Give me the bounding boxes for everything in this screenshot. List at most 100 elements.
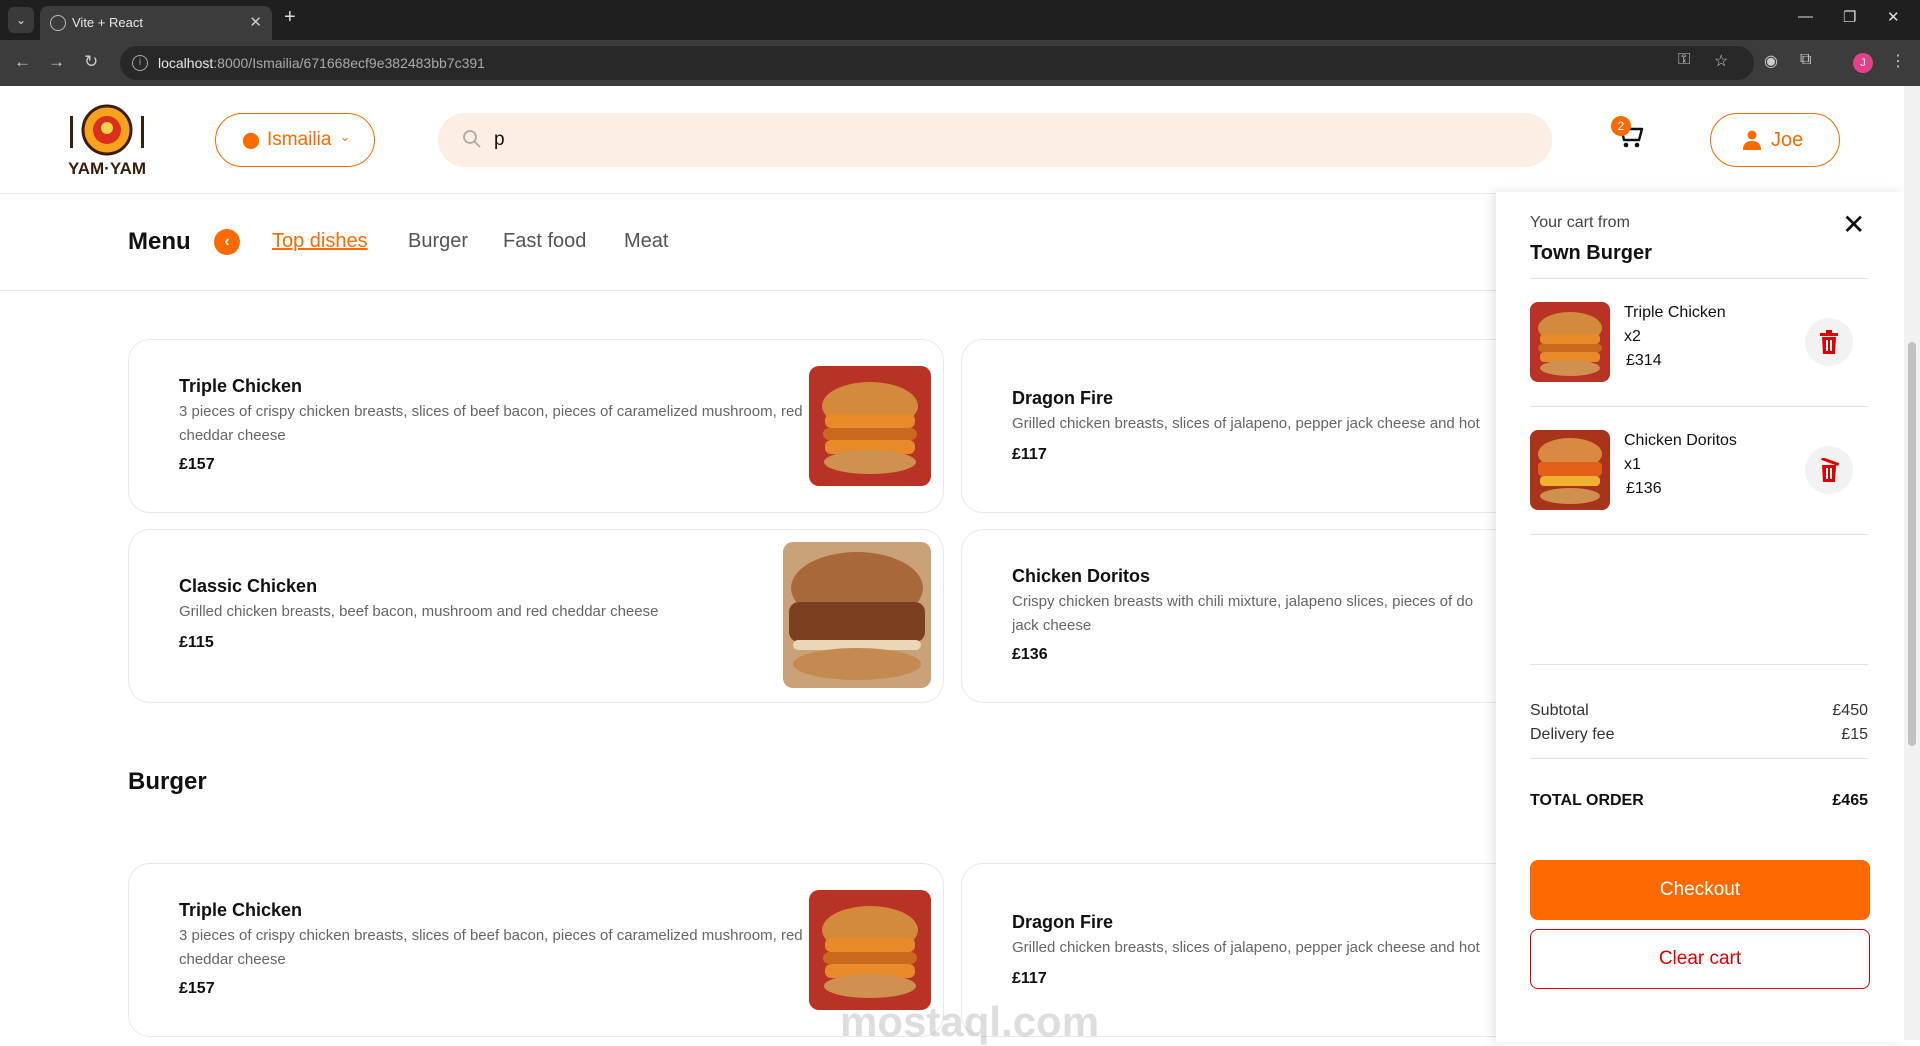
tab-meat[interactable]: Meat [624, 230, 668, 253]
search-input[interactable]: p [494, 129, 505, 151]
browser-toolbar: ← → ↻ i localhost:8000/Ismailia/671668ec… [0, 40, 1920, 86]
delivery-fee-value: £15 [1841, 726, 1868, 743]
cart-restaurant-name: Town Burger [1530, 242, 1652, 264]
total-order-value: £465 [1832, 792, 1868, 809]
cart-from-label: Your cart from [1530, 214, 1630, 231]
user-icon [1743, 130, 1761, 150]
forward-button[interactable]: → [48, 52, 65, 72]
cart-item-image [1530, 302, 1610, 382]
user-name: Joe [1771, 129, 1804, 151]
restore-button[interactable]: ❐ [1843, 8, 1856, 26]
trash-icon [1821, 458, 1839, 482]
bookmark-star-icon[interactable]: ☆ [1714, 51, 1728, 71]
location-pin-icon: ⬤ [242, 132, 260, 149]
browser-menu-icon[interactable]: ⋮ [1890, 51, 1906, 71]
cart-count-badge: 2 [1611, 116, 1631, 136]
dish-description: 3 pieces of crispy chicken breasts, slic… [179, 403, 803, 444]
dish-card[interactable]: Triple Chicken 3 pieces of crispy chicke… [128, 339, 944, 513]
dish-name: Dragon Fire [1012, 388, 1114, 408]
watermark: mostaql.com [840, 998, 1100, 1045]
checkout-button[interactable]: Checkout [1530, 860, 1870, 920]
search-bar[interactable]: p [438, 113, 1552, 167]
location-selector[interactable]: ⬤ Ismailia ⌄ [215, 113, 375, 167]
dish-price: £157 [179, 980, 215, 997]
dish-image [809, 366, 931, 486]
profile-avatar[interactable]: J [1853, 53, 1873, 73]
menu-title: Menu [128, 228, 191, 255]
site-info-icon[interactable]: i [132, 55, 148, 71]
dish-card[interactable]: Chicken Doritos Crispy chicken breasts w… [961, 529, 1521, 703]
chevron-down-icon: ⌄ [340, 130, 351, 144]
dish-price: £117 [1012, 970, 1047, 987]
tab-title: Vite + React [72, 15, 143, 30]
cart-item-qty: x1 [1624, 456, 1641, 473]
dish-price: £117 [1012, 446, 1047, 463]
url-path: :8000/Ismailia/671668ecf9e382483bb7c391 [213, 55, 485, 71]
user-account-button[interactable]: Joe [1710, 113, 1840, 167]
dish-description: Grilled chicken breasts, beef bacon, mus… [179, 603, 659, 620]
menu-scroll-left-button[interactable]: ‹ [214, 229, 240, 255]
tab-fast-food[interactable]: Fast food [503, 230, 586, 253]
subtotal-value: £450 [1832, 702, 1868, 719]
dish-name: Triple Chicken [179, 900, 303, 920]
dish-description: 3 pieces of crispy chicken breasts, slic… [179, 927, 803, 968]
cart-divider [1530, 406, 1868, 407]
dish-description: Grilled chicken breasts, slices of jalap… [1012, 415, 1480, 432]
dish-description: Grilled chicken breasts, slices of jalap… [1012, 939, 1480, 956]
dish-price: £136 [1012, 646, 1048, 663]
dish-name: Classic Chicken [179, 576, 318, 596]
yamyam-logo[interactable]: YAM·YAM [62, 102, 152, 182]
total-order-label: TOTAL ORDER [1530, 792, 1644, 809]
dish-card[interactable]: Dragon Fire Grilled chicken breasts, sli… [961, 339, 1521, 513]
close-icon[interactable]: ✕ [1842, 208, 1865, 241]
tab-search-button[interactable]: ⌄ [8, 7, 34, 33]
address-bar[interactable]: i localhost:8000/Ismailia/671668ecf9e382… [120, 46, 1754, 80]
tab-top-dishes[interactable]: Top dishes [272, 230, 368, 253]
dish-card[interactable]: Triple Chicken 3 pieces of crispy chicke… [128, 863, 944, 1037]
dish-price: £157 [179, 456, 215, 473]
dish-name: Dragon Fire [1012, 912, 1114, 932]
svg-text:YAM·YAM: YAM·YAM [68, 159, 146, 178]
reload-button[interactable]: ↻ [84, 52, 98, 72]
delivery-fee-label: Delivery fee [1530, 726, 1615, 743]
section-title-burger: Burger [128, 768, 207, 795]
cart-item-price: £314 [1626, 352, 1662, 369]
cart-item-image [1530, 430, 1610, 510]
page-scrollbar[interactable] [1904, 86, 1920, 1040]
scrollbar-thumb[interactable] [1908, 342, 1916, 746]
subtotal-label: Subtotal [1530, 702, 1589, 719]
dish-image [783, 542, 931, 688]
cart-item-name: Triple Chicken [1624, 304, 1726, 321]
back-button[interactable]: ← [14, 52, 31, 72]
cart-item-name: Chicken Doritos [1624, 432, 1737, 449]
cart-divider [1530, 534, 1868, 535]
menu-nav-divider [0, 290, 1496, 291]
cart-divider [1530, 664, 1868, 665]
dish-card[interactable]: Classic Chicken Grilled chicken breasts,… [128, 529, 944, 703]
clear-cart-button[interactable]: Clear cart [1530, 929, 1870, 989]
dish-name: Triple Chicken [179, 376, 303, 396]
cart-item-price: £136 [1626, 480, 1662, 497]
dish-name: Chicken Doritos [1012, 566, 1151, 586]
password-key-icon[interactable]: ⚿ [1678, 51, 1690, 69]
search-icon [463, 130, 481, 148]
extension-g-icon[interactable]: ◉ [1764, 51, 1778, 71]
browser-tab[interactable]: Vite + React ✕ [40, 6, 272, 40]
cart-item-qty: x2 [1624, 328, 1641, 345]
location-label: Ismailia [267, 129, 332, 150]
cart-divider [1530, 278, 1868, 279]
cart-divider [1530, 758, 1868, 759]
extensions-puzzle-icon[interactable]: ⧉ [1800, 51, 1811, 69]
close-tab-icon[interactable]: ✕ [249, 13, 262, 31]
minimize-button[interactable]: — [1798, 8, 1813, 25]
dish-price: £115 [179, 634, 214, 651]
remove-item-button[interactable] [1805, 318, 1853, 366]
remove-item-button[interactable] [1805, 446, 1853, 494]
globe-icon [50, 15, 66, 31]
tab-burger[interactable]: Burger [408, 230, 468, 253]
new-tab-button[interactable]: + [284, 6, 296, 29]
close-window-button[interactable]: ✕ [1887, 8, 1900, 26]
dish-description: Crispy chicken breasts with chili mixtur… [1012, 593, 1474, 634]
browser-tab-bar: ⌄ Vite + React ✕ + — ❐ ✕ [0, 0, 1920, 40]
trash-icon [1820, 330, 1838, 354]
